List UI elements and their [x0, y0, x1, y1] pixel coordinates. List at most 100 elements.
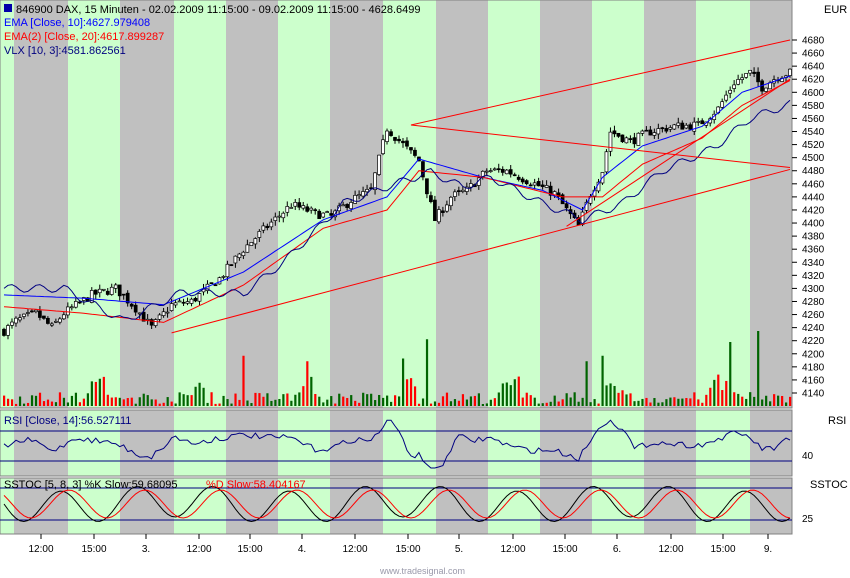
candle-body — [609, 132, 612, 151]
candle-body — [350, 202, 353, 208]
candle-body — [58, 319, 61, 322]
volume-bar — [586, 361, 588, 406]
candle-body — [445, 205, 448, 211]
volume-bar — [689, 398, 691, 406]
candle-body — [178, 301, 181, 302]
session-band — [488, 0, 540, 408]
candle-body — [318, 211, 321, 218]
candle-body — [509, 170, 512, 175]
volume-bar — [258, 393, 260, 406]
candle-body — [198, 293, 201, 301]
volume-bar — [677, 399, 679, 406]
volume-bar — [290, 401, 292, 406]
candle-body — [354, 195, 357, 203]
candle-body — [250, 242, 253, 245]
candle-body — [545, 185, 548, 187]
volume-bar — [3, 396, 5, 406]
candle-body — [413, 150, 416, 155]
volume-bar — [206, 403, 208, 406]
time-axis: 12:0015:003.12:0015:004.12:0015:005.12:0… — [28, 534, 772, 555]
volume-bar — [518, 377, 520, 406]
session-band — [750, 478, 792, 534]
volume-bar — [661, 402, 663, 406]
volume-bar — [394, 395, 396, 406]
candle-body — [134, 305, 137, 312]
volume-bar — [749, 392, 751, 406]
volume-bar — [490, 400, 492, 406]
volume-bar — [717, 375, 719, 406]
candle-body — [50, 324, 53, 325]
y-tick-label: 4440 — [802, 192, 825, 203]
volume-bar — [187, 395, 189, 406]
volume-bar — [582, 398, 584, 406]
y-tick-label: 4520 — [802, 140, 825, 151]
candle-body — [54, 321, 57, 322]
candle-body — [102, 289, 105, 290]
volume-bar — [709, 388, 711, 406]
volume-bar — [43, 401, 45, 406]
candle-body — [154, 320, 157, 326]
volume-bar — [366, 394, 368, 406]
candle-body — [693, 122, 696, 131]
volume-bar — [657, 403, 659, 406]
volume-bar — [183, 394, 185, 406]
session-band — [330, 0, 383, 408]
candle-body — [66, 307, 69, 315]
candle-body — [733, 85, 736, 89]
candle-body — [789, 69, 792, 75]
volume-bar — [446, 393, 448, 406]
volume-bar — [494, 398, 496, 406]
candle-body — [613, 131, 616, 134]
candle-body — [701, 121, 704, 124]
volume-bar — [613, 386, 615, 406]
candle-body — [661, 128, 664, 129]
y-tick-label: 4340 — [802, 258, 825, 269]
volume-bar — [757, 331, 759, 406]
candle-body — [110, 287, 113, 294]
candle-body — [669, 127, 672, 129]
volume-bar — [398, 396, 400, 406]
volume-bar — [745, 399, 747, 406]
candle-body — [214, 285, 217, 286]
volume-bar — [729, 342, 731, 406]
candle-body — [18, 318, 21, 320]
volume-bar — [673, 397, 675, 406]
volume-bar — [434, 401, 436, 406]
candle-body — [441, 211, 444, 213]
candle-body — [765, 88, 768, 91]
y-tick-label: 4320 — [802, 271, 825, 282]
volume-bar — [665, 399, 667, 406]
volume-bar — [123, 399, 125, 406]
volume-bar — [498, 392, 500, 406]
candle-body — [378, 155, 381, 174]
volume-bar — [486, 403, 488, 406]
candle-body — [74, 301, 77, 307]
candle-body — [641, 131, 644, 133]
price-axis: 4680466046404620460045804560454045204500… — [792, 36, 825, 400]
y-tick-label: 4540 — [802, 127, 825, 138]
candle-body — [629, 139, 632, 140]
volume-bar — [506, 383, 508, 406]
volume-bar — [741, 397, 743, 406]
candle-body — [737, 79, 740, 84]
volume-bar — [159, 404, 161, 406]
candle-body — [22, 314, 25, 316]
candle-body — [182, 302, 185, 303]
vlx-label: VLX [10, 3]:4581.862561 — [4, 45, 126, 57]
symbol-icon — [4, 4, 12, 12]
volume-bar — [474, 396, 476, 406]
volume-bar — [390, 402, 392, 406]
session-band — [278, 410, 330, 476]
volume-bar — [625, 394, 627, 406]
volume-bar — [550, 402, 552, 406]
candle-body — [118, 285, 121, 296]
y-tick-label: 4160 — [802, 375, 825, 386]
session-band — [696, 0, 750, 408]
volume-bar — [478, 393, 480, 406]
session-band — [0, 0, 14, 408]
volume-bar — [530, 395, 532, 406]
candle-body — [30, 311, 33, 312]
volume-bar — [681, 399, 683, 406]
candle-body — [314, 210, 317, 211]
stoch-k-label: SSTOC [5, 8, 3] %K Slow:59.68095 — [4, 479, 177, 491]
